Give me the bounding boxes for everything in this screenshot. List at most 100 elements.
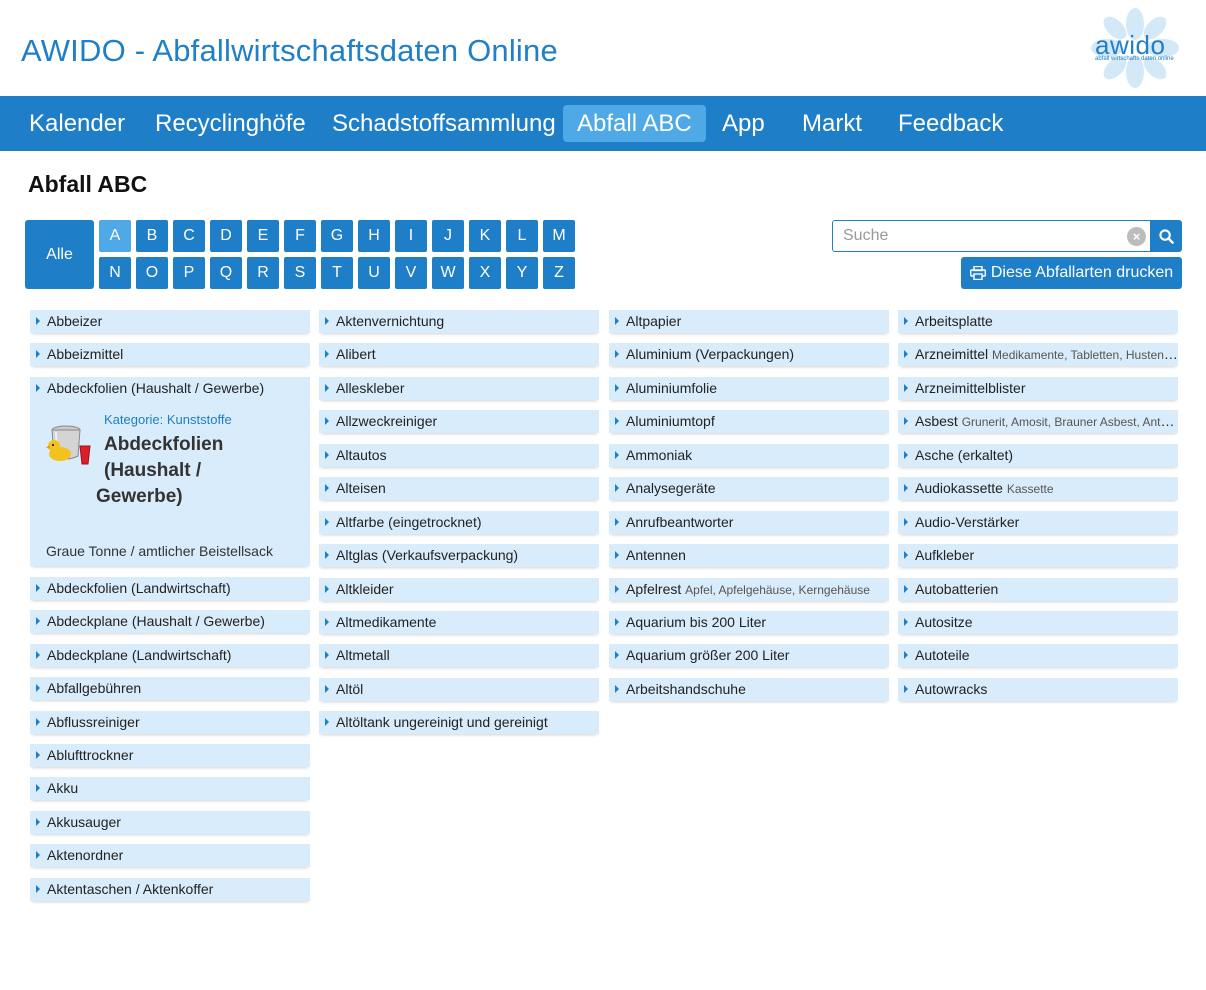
print-button-label: Diese Abfallarten drucken — [990, 264, 1174, 281]
letter-l-button[interactable]: L — [506, 220, 538, 252]
nav-app[interactable]: App — [708, 105, 779, 142]
caret-right-icon — [904, 317, 908, 325]
waste-list-item[interactable]: Allzweckreiniger — [319, 410, 599, 434]
letter-c-button[interactable]: C — [173, 220, 205, 252]
detail-category[interactable]: Kategorie: Kunststoffe — [104, 412, 232, 427]
nav-markt[interactable]: Markt — [788, 105, 876, 142]
waste-list-item[interactable]: Aufkleber — [898, 544, 1178, 568]
waste-list-item[interactable]: Apfelrest Apfel, Apfelgehäuse, Kerngehäu… — [609, 577, 889, 601]
printer-icon — [969, 266, 986, 280]
waste-list-item[interactable]: Anrufbeantworter — [609, 510, 889, 534]
waste-list-item[interactable]: Aktentaschen / Aktenkoffer — [30, 877, 310, 901]
nav-recyclinghoefe[interactable]: Recyclinghöfe — [141, 105, 320, 142]
waste-list-item[interactable]: Audio-Verstärker — [898, 510, 1178, 534]
waste-list-item[interactable]: Abbeizmittel — [30, 343, 310, 367]
waste-list-item[interactable]: Aluminium (Verpackungen) — [609, 343, 889, 367]
waste-list-item[interactable]: Altkleider — [319, 577, 599, 601]
letter-p-button[interactable]: P — [173, 257, 205, 289]
waste-list-item[interactable]: Asbest Grunerit, Amosit, Brauner Asbest,… — [898, 410, 1178, 434]
letter-z-button[interactable]: Z — [543, 257, 575, 289]
waste-item-name: Apfelrest — [626, 580, 682, 597]
caret-right-icon — [615, 617, 619, 626]
waste-list-item[interactable]: Altöltank ungereinigt und gereinigt — [319, 711, 599, 735]
letter-b-button[interactable]: B — [136, 220, 168, 252]
waste-list-item[interactable]: Akku — [30, 777, 310, 801]
waste-list-item[interactable]: Altmedikamente — [319, 610, 599, 634]
letter-d-button[interactable]: D — [210, 220, 242, 252]
letter-u-button[interactable]: U — [358, 257, 390, 289]
nav-abfall-abc[interactable]: Abfall ABC — [563, 105, 706, 142]
letter-k-button[interactable]: K — [469, 220, 501, 252]
waste-list-item[interactable]: Ammoniak — [609, 443, 889, 467]
waste-list-item[interactable]: Aluminiumfolie — [609, 376, 889, 400]
waste-list-item[interactable]: Autositze — [898, 610, 1178, 634]
waste-list-item[interactable]: Aquarium bis 200 Liter — [609, 610, 889, 634]
caret-right-icon — [325, 450, 329, 459]
waste-list-item[interactable]: Abdeckplane (Landwirtschaft) — [30, 643, 310, 667]
waste-list-item[interactable]: Arbeitsplatte — [898, 310, 1178, 333]
letter-f-button[interactable]: F — [284, 220, 316, 252]
waste-list-item[interactable]: Ablufttrockner — [30, 743, 310, 767]
waste-list-item[interactable]: Autoteile — [898, 644, 1178, 668]
awido-logo[interactable]: awido abfall wirtschafts daten online — [1085, 6, 1185, 90]
waste-list-item[interactable]: Autobatterien — [898, 577, 1178, 601]
waste-list-item[interactable]: Aquarium größer 200 Liter — [609, 644, 889, 668]
waste-list-item[interactable]: Altöl — [319, 677, 599, 701]
letter-i-button[interactable]: I — [395, 220, 427, 252]
letter-n-button[interactable]: N — [99, 257, 131, 289]
letter-h-button[interactable]: H — [358, 220, 390, 252]
letter-w-button[interactable]: W — [432, 257, 464, 289]
caret-right-icon — [904, 651, 908, 660]
letter-o-button[interactable]: O — [136, 257, 168, 289]
search-input[interactable] — [833, 221, 1123, 251]
print-button[interactable]: Diese Abfallarten drucken — [961, 257, 1182, 289]
waste-list-item[interactable]: Abflussreiniger — [30, 710, 310, 734]
nav-kalender[interactable]: Kalender — [15, 105, 139, 142]
waste-item-synonyms: Grunerit, Amosit, Brauner Asbest, Anthop… — [961, 415, 1178, 430]
waste-list-item[interactable]: Aktenvernichtung — [319, 310, 599, 333]
letter-e-button[interactable]: E — [247, 220, 279, 252]
waste-list-item[interactable]: Audiokassette Kassette — [898, 477, 1178, 501]
letter-m-button[interactable]: M — [543, 220, 575, 252]
waste-list-item[interactable]: Altglas (Verkaufsverpackung) — [319, 544, 599, 568]
waste-item-name: Ablufttrockner — [47, 746, 134, 763]
waste-list-item[interactable]: Arzneimittelblister — [898, 376, 1178, 400]
waste-list-item[interactable]: Arbeitshandschuhe — [609, 677, 889, 701]
letter-v-button[interactable]: V — [395, 257, 427, 289]
waste-list-item[interactable]: Abdeckfolien (Haushalt / Gewerbe) — [30, 376, 310, 400]
waste-list-item[interactable]: Aluminiumtopf — [609, 410, 889, 434]
waste-list-item[interactable]: Altmetall — [319, 644, 599, 668]
waste-list-item[interactable]: Analysegeräte — [609, 477, 889, 501]
waste-list-item[interactable]: Alteisen — [319, 477, 599, 501]
nav-feedback[interactable]: Feedback — [884, 105, 1017, 142]
waste-list-item[interactable]: Alleskleber — [319, 376, 599, 400]
clear-search-icon[interactable]: × — [1127, 227, 1146, 246]
waste-list-item[interactable]: Antennen — [609, 544, 889, 568]
letter-q-button[interactable]: Q — [210, 257, 242, 289]
waste-list-item[interactable]: Aktenordner — [30, 844, 310, 868]
waste-list-item[interactable]: Altfarbe (eingetrocknet) — [319, 510, 599, 534]
waste-list-item[interactable]: Abdeckfolien (Landwirtschaft) — [30, 576, 310, 600]
letter-y-button[interactable]: Y — [506, 257, 538, 289]
filter-all-button[interactable]: Alle — [25, 220, 94, 289]
waste-list-item[interactable]: Abfallgebühren — [30, 677, 310, 701]
waste-list-item[interactable]: Asche (erkaltet) — [898, 443, 1178, 467]
letter-x-button[interactable]: X — [469, 257, 501, 289]
caret-right-icon — [325, 651, 329, 660]
waste-list-item[interactable]: Altpapier — [609, 310, 889, 333]
waste-list-item[interactable]: Autowracks — [898, 677, 1178, 701]
search-button[interactable] — [1151, 220, 1182, 252]
waste-list-item[interactable]: Arzneimittel Medikamente, Tabletten, Hus… — [898, 343, 1178, 367]
nav-schadstoffsammlung[interactable]: Schadstoffsammlung — [318, 105, 570, 142]
waste-list-item[interactable]: Altautos — [319, 443, 599, 467]
waste-list-item[interactable]: Abdeckplane (Haushalt / Gewerbe) — [30, 610, 310, 634]
letter-a-button[interactable]: A — [99, 220, 131, 252]
letter-r-button[interactable]: R — [247, 257, 279, 289]
letter-j-button[interactable]: J — [432, 220, 464, 252]
letter-t-button[interactable]: T — [321, 257, 353, 289]
waste-list-item[interactable]: Akkusauger — [30, 810, 310, 834]
waste-list-item[interactable]: Abbeizer — [30, 310, 310, 333]
waste-list-item[interactable]: Alibert — [319, 343, 599, 367]
letter-g-button[interactable]: G — [321, 220, 353, 252]
letter-s-button[interactable]: S — [284, 257, 316, 289]
